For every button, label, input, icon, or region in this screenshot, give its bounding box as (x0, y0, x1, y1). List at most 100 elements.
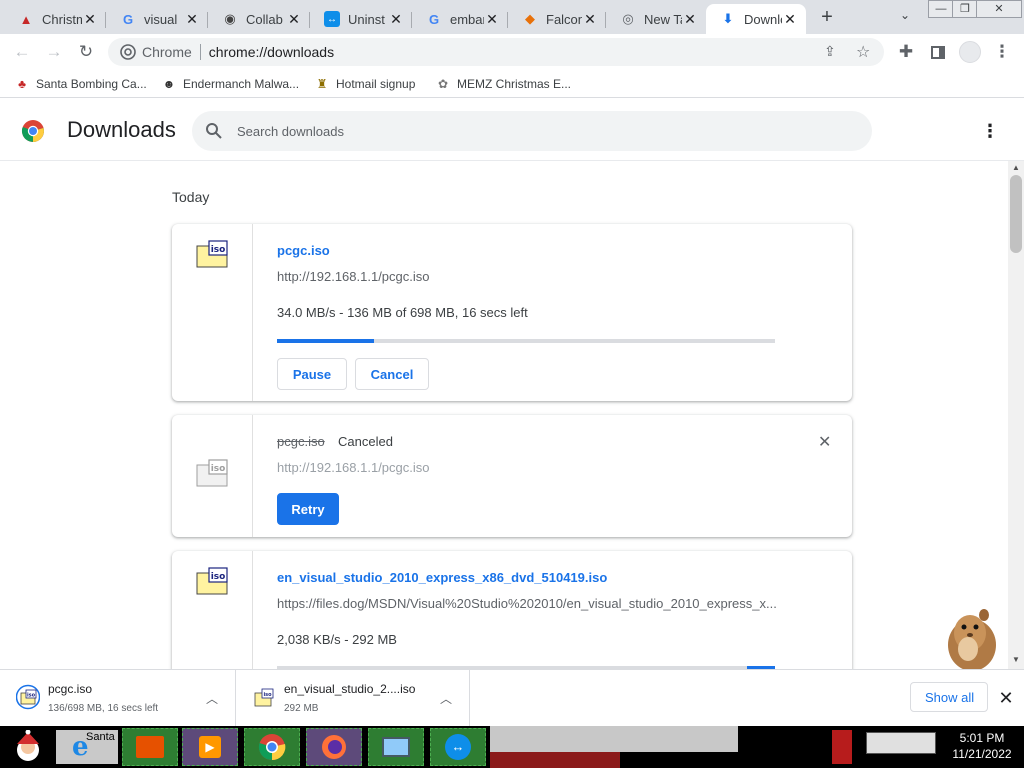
bookmark-label: Hotmail signup (336, 77, 416, 91)
chevron-up-icon[interactable]: ︿ (204, 690, 220, 706)
taskbar-media-player[interactable]: ▶ (182, 728, 238, 766)
tray-language-icon[interactable] (866, 732, 936, 754)
search-box[interactable] (192, 111, 872, 151)
close-icon[interactable]: ✕ (388, 11, 404, 27)
shelf-file-status: 292 MB (284, 703, 319, 714)
tab-downloads[interactable]: ⬇ Downloads ✕ (706, 4, 806, 34)
taskbar-chrome[interactable] (244, 728, 300, 766)
file-name-link[interactable]: en_visual_studio_2010_express_x86_dvd_51… (277, 570, 607, 585)
pause-button[interactable]: Pause (277, 358, 347, 390)
search-input[interactable] (237, 123, 837, 139)
side-panel-button[interactable] (925, 39, 951, 65)
bookmark-hotmail[interactable]: ♜ Hotmail signup (314, 75, 416, 93)
svg-text:iso: iso (211, 245, 226, 255)
santa-icon: ▲ (19, 11, 33, 27)
taskbar-window-strip[interactable] (490, 726, 738, 752)
downloads-header: Downloads ⋮ (0, 99, 1024, 161)
tab-title: Uninst (348, 11, 385, 27)
iso-file-icon: iso (254, 688, 274, 707)
close-shelf-icon[interactable]: ✕ (996, 688, 1016, 708)
tab-collab[interactable]: ◉ Collab ✕ (208, 4, 310, 34)
taskbar-remote-desktop[interactable] (368, 728, 424, 766)
share-icon[interactable]: ⇪ (824, 43, 842, 61)
hotmail-icon: ♜ (316, 77, 328, 91)
tab-christmas[interactable]: ▲ Christmas ✕ (4, 4, 106, 34)
tab-title: Falcon (546, 11, 582, 27)
taskbar-explorer[interactable] (122, 728, 178, 766)
close-icon[interactable]: ✕ (82, 11, 98, 27)
taskbar-firefox[interactable] (306, 728, 362, 766)
shelf-item[interactable]: iso en_visual_studio_2....iso 292 MB ︿ (236, 670, 470, 727)
taskbar: Santa e ▶ ↔ 5:01 PM 11/21/2022 (0, 726, 1024, 768)
tab-embar[interactable]: G embar ✕ (412, 4, 508, 34)
reload-button[interactable]: ↻ (73, 39, 99, 65)
chrome-logo-icon (21, 119, 45, 143)
page-title: Downloads (67, 117, 176, 142)
profile-button[interactable] (957, 39, 983, 65)
close-icon[interactable]: ✕ (286, 11, 302, 27)
show-all-button[interactable]: Show all (910, 682, 988, 712)
file-url: http://192.168.1.1/pcgc.iso (277, 460, 430, 475)
malware-icon: ☻ (162, 77, 176, 91)
close-icon[interactable]: ✕ (484, 11, 500, 27)
close-icon[interactable]: ✕ (782, 11, 798, 27)
new-tab-button[interactable]: + (816, 6, 838, 28)
svg-text:iso: iso (211, 464, 226, 474)
teamviewer-icon: ↔ (324, 11, 340, 27)
side-panel-icon (931, 45, 945, 59)
internet-explorer-icon: e (72, 732, 89, 762)
file-name-link[interactable]: pcgc.iso (277, 243, 330, 258)
tab-new-tab[interactable]: ◎ New Tab ✕ (606, 4, 706, 34)
scroll-up-icon[interactable]: ▲ (1012, 163, 1020, 172)
page-scrollbar[interactable]: ▲ ▼ (1008, 161, 1024, 669)
bookmarks-bar: ♣ Santa Bombing Ca... ☻ Endermanch Malwa… (0, 70, 1024, 98)
tab-title: Collab (246, 11, 283, 27)
close-icon[interactable]: ✕ (682, 11, 698, 27)
download-item: iso en_visual_studio_2010_express_x86_dv… (172, 551, 852, 669)
taskbar-window-strip[interactable] (490, 752, 620, 768)
chrome-menu-button[interactable]: ⋮ (989, 39, 1015, 65)
file-url[interactable]: http://192.168.1.1/pcgc.iso (277, 269, 430, 284)
tab-title: Christmas (42, 11, 82, 27)
minimize-button[interactable]: — (928, 0, 954, 18)
bookmark-star-icon[interactable]: ☆ (856, 42, 874, 61)
tab-uninstall[interactable]: ↔ Uninst ✕ (310, 4, 412, 34)
shelf-file-status: 136/698 MB, 16 secs left (48, 703, 159, 714)
close-icon[interactable]: ✕ (184, 11, 200, 27)
system-clock[interactable]: 5:01 PM 11/21/2022 (940, 730, 1024, 762)
tab-search-chevron-icon[interactable]: ⌄ (896, 8, 914, 26)
chrome-icon (258, 734, 286, 761)
tab-falcon[interactable]: ◆ Falcon ✕ (508, 4, 606, 34)
taskbar-santa-window[interactable]: Santa e (56, 730, 118, 764)
scroll-down-icon[interactable]: ▼ (1012, 655, 1020, 664)
start-santa-icon[interactable] (2, 728, 54, 766)
progress-bar (277, 339, 775, 343)
back-button[interactable]: ← (9, 39, 35, 65)
chevron-up-icon[interactable]: ︿ (438, 690, 454, 706)
cancel-button[interactable]: Cancel (355, 358, 429, 390)
close-window-button[interactable]: ✕ (976, 0, 1022, 18)
tray-indicator[interactable] (832, 730, 852, 764)
bookmark-santa[interactable]: ♣ Santa Bombing Ca... (14, 75, 147, 93)
bookmark-memz[interactable]: ✿ MEMZ Christmas E... (435, 75, 571, 93)
reload-icon: ↻ (78, 42, 94, 61)
scroll-thumb[interactable] (1010, 175, 1022, 253)
taskbar-teamviewer[interactable]: ↔ (430, 728, 486, 766)
download-item: iso pcgc.iso Canceled ✕ http://192.168.1… (172, 415, 852, 537)
close-icon[interactable]: ✕ (582, 11, 598, 27)
tab-title: Downloads (744, 11, 782, 27)
bookmark-endermanch[interactable]: ☻ Endermanch Malwa... (161, 75, 299, 93)
more-actions-icon[interactable]: ⋮ (980, 121, 1000, 141)
download-shelf: iso pcgc.iso 136/698 MB, 16 secs left ︿ … (0, 669, 1024, 727)
extensions-button[interactable]: ✚ (893, 39, 919, 65)
forward-button[interactable]: → (41, 39, 67, 65)
tab-title: New Tab (644, 11, 682, 27)
tab-title: visual (144, 11, 178, 27)
tab-visual[interactable]: G visual ✕ (106, 4, 208, 34)
maximize-button[interactable]: ❐ (952, 0, 978, 18)
file-url[interactable]: https://files.dog/MSDN/Visual%20Studio%2… (277, 596, 777, 611)
address-bar[interactable]: Chrome chrome://downloads ⇪ ☆ (108, 38, 884, 66)
shelf-item[interactable]: iso pcgc.iso 136/698 MB, 16 secs left ︿ (0, 670, 236, 727)
retry-button[interactable]: Retry (277, 493, 339, 525)
remove-item-close-icon[interactable]: ✕ (818, 432, 831, 452)
